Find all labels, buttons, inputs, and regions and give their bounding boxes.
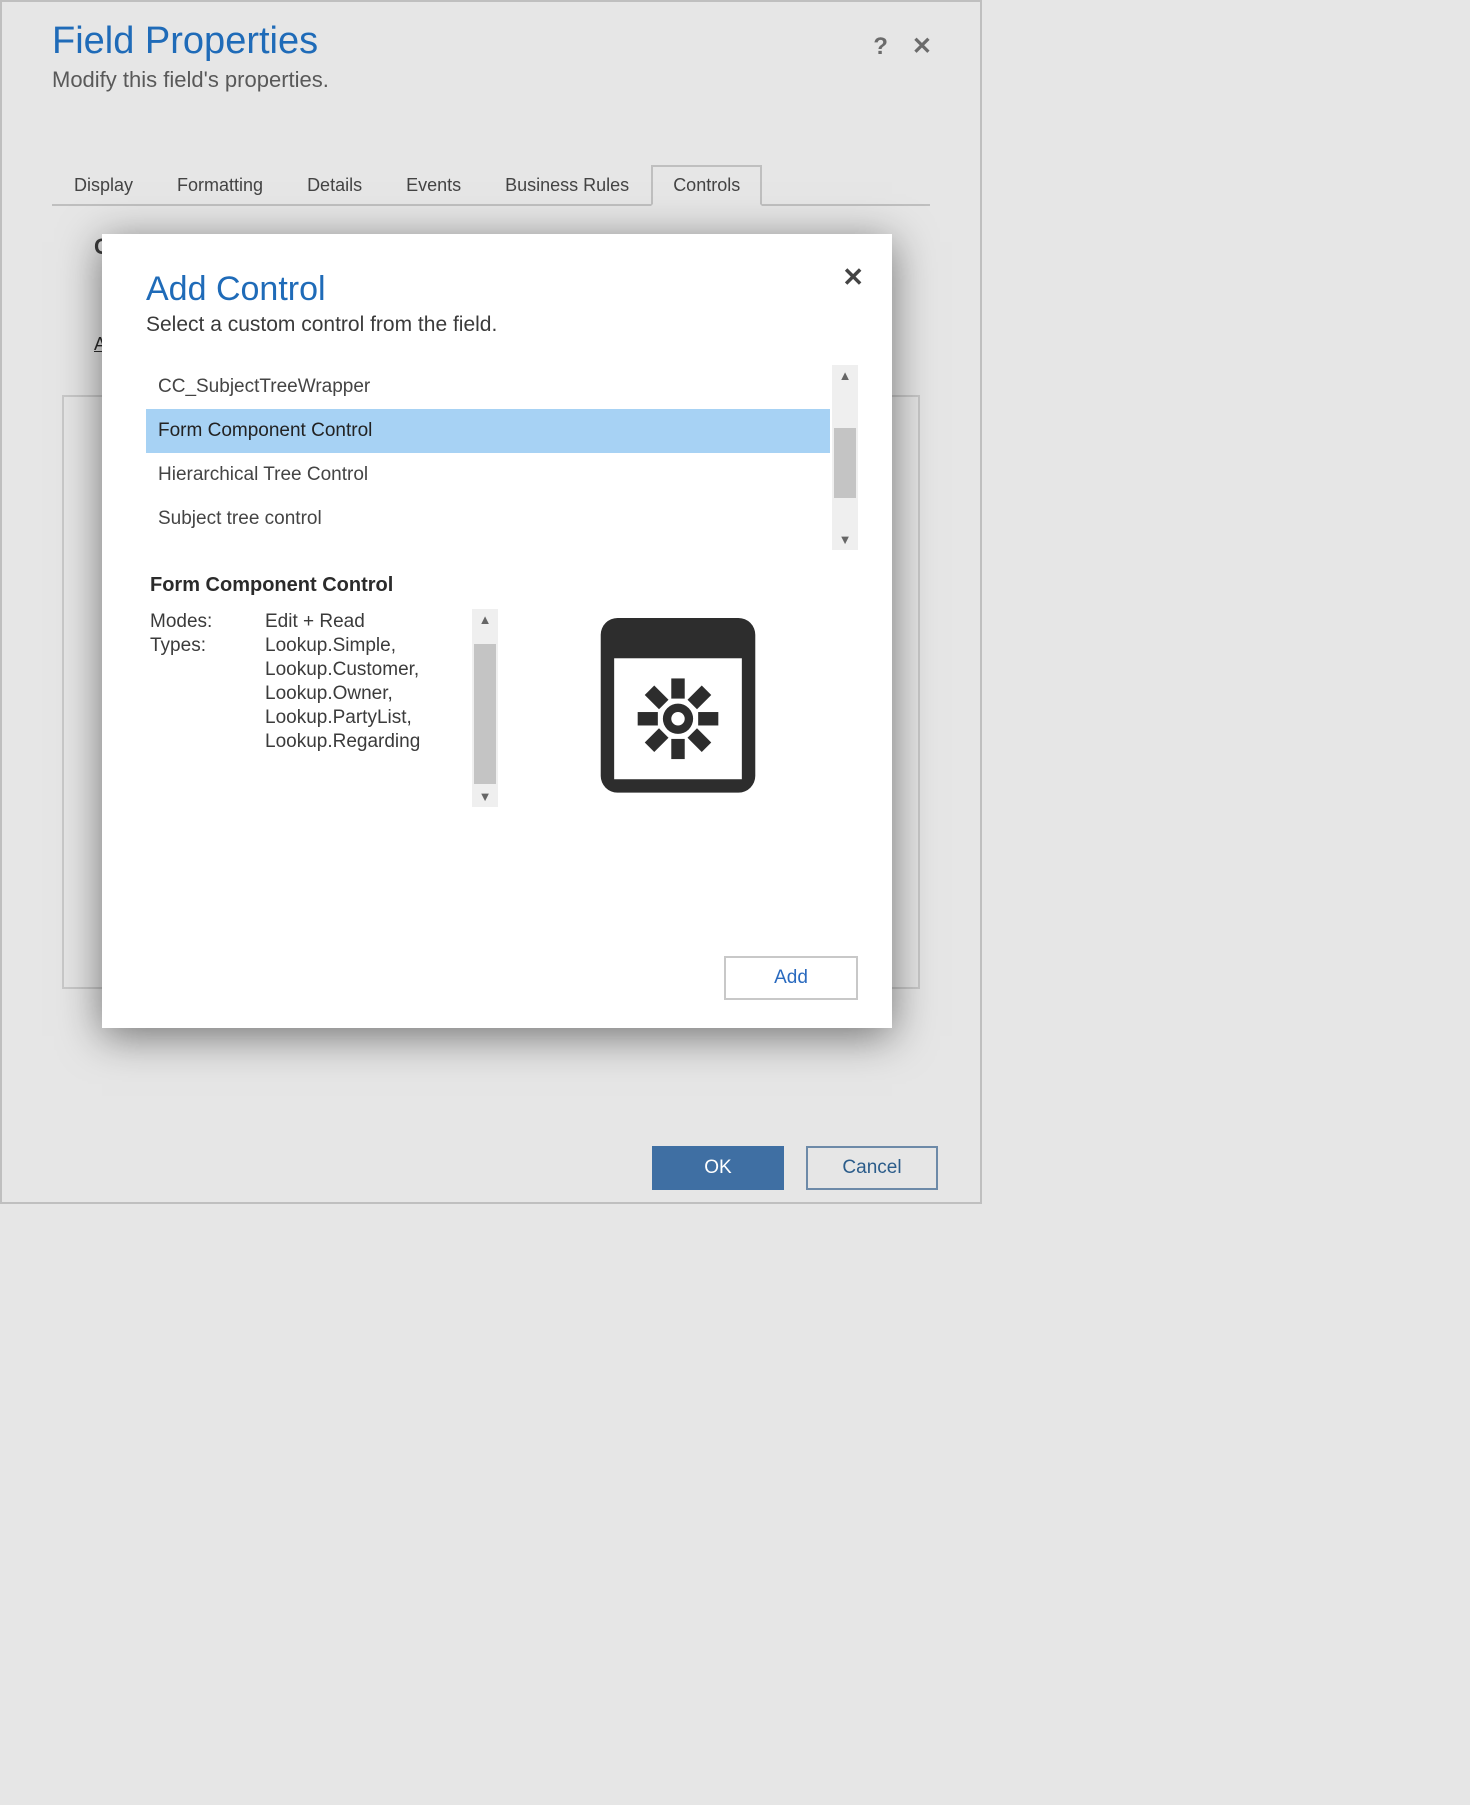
control-detail-row: Modes: Types: Edit + Read Lookup.Simple,… — [150, 611, 892, 808]
properties-scrollbar[interactable]: ▲ ▼ — [472, 609, 498, 807]
control-list: CC_SubjectTreeWrapper Form Component Con… — [146, 365, 858, 550]
modal-title: Add Control — [146, 270, 892, 309]
modal-close-icon[interactable]: ✕ — [842, 262, 864, 293]
selected-control-name: Form Component Control — [150, 574, 892, 597]
control-list-item[interactable]: Form Component Control — [146, 409, 830, 453]
dialog-header: Field Properties Modify this field's pro… — [2, 2, 980, 93]
tabstrip: Display Formatting Details Events Busine… — [52, 163, 930, 206]
control-list-item[interactable]: Subject tree control — [146, 497, 830, 541]
types-value: Lookup.Regarding — [265, 731, 465, 753]
tab-controls[interactable]: Controls — [651, 165, 762, 206]
types-value: Lookup.Customer, — [265, 659, 465, 681]
types-value: Lookup.Simple, — [265, 635, 465, 657]
control-list-scrollbar[interactable]: ▲ ▼ — [832, 365, 858, 550]
types-value: Lookup.Owner, — [265, 683, 465, 705]
close-icon[interactable]: ✕ — [912, 32, 932, 61]
cancel-button[interactable]: Cancel — [806, 1146, 938, 1190]
add-control-modal: ✕ Add Control Select a custom control fr… — [102, 234, 892, 1028]
scroll-thumb[interactable] — [474, 644, 496, 784]
field-properties-dialog: Field Properties Modify this field's pro… — [0, 0, 982, 1204]
scroll-up-icon[interactable]: ▲ — [839, 365, 852, 386]
scroll-up-icon[interactable]: ▲ — [479, 609, 492, 630]
scroll-thumb[interactable] — [834, 428, 856, 498]
control-preview-icon — [594, 611, 762, 808]
tab-details[interactable]: Details — [285, 165, 384, 206]
tab-events[interactable]: Events — [384, 165, 483, 206]
scroll-down-icon[interactable]: ▼ — [839, 529, 852, 550]
dialog-subtitle: Modify this field's properties. — [52, 67, 930, 93]
types-label: Types: — [150, 635, 265, 657]
tab-business-rules[interactable]: Business Rules — [483, 165, 651, 206]
modes-value: Edit + Read — [265, 611, 465, 633]
dialog-footer: OK Cancel — [652, 1146, 938, 1190]
help-icon[interactable]: ? — [873, 33, 888, 61]
control-list-item[interactable]: CC_SubjectTreeWrapper — [146, 365, 830, 409]
scroll-down-icon[interactable]: ▼ — [479, 786, 492, 807]
dialog-title: Field Properties — [52, 20, 930, 63]
tab-display[interactable]: Display — [52, 165, 155, 206]
modes-label: Modes: — [150, 611, 265, 633]
modal-subtitle: Select a custom control from the field. — [146, 313, 892, 337]
control-properties: Modes: Types: Edit + Read Lookup.Simple,… — [150, 611, 500, 808]
tab-formatting[interactable]: Formatting — [155, 165, 285, 206]
add-button[interactable]: Add — [724, 956, 858, 1000]
control-list-item[interactable]: Hierarchical Tree Control — [146, 453, 830, 497]
types-value: Lookup.PartyList, — [265, 707, 465, 729]
ok-button[interactable]: OK — [652, 1146, 784, 1190]
